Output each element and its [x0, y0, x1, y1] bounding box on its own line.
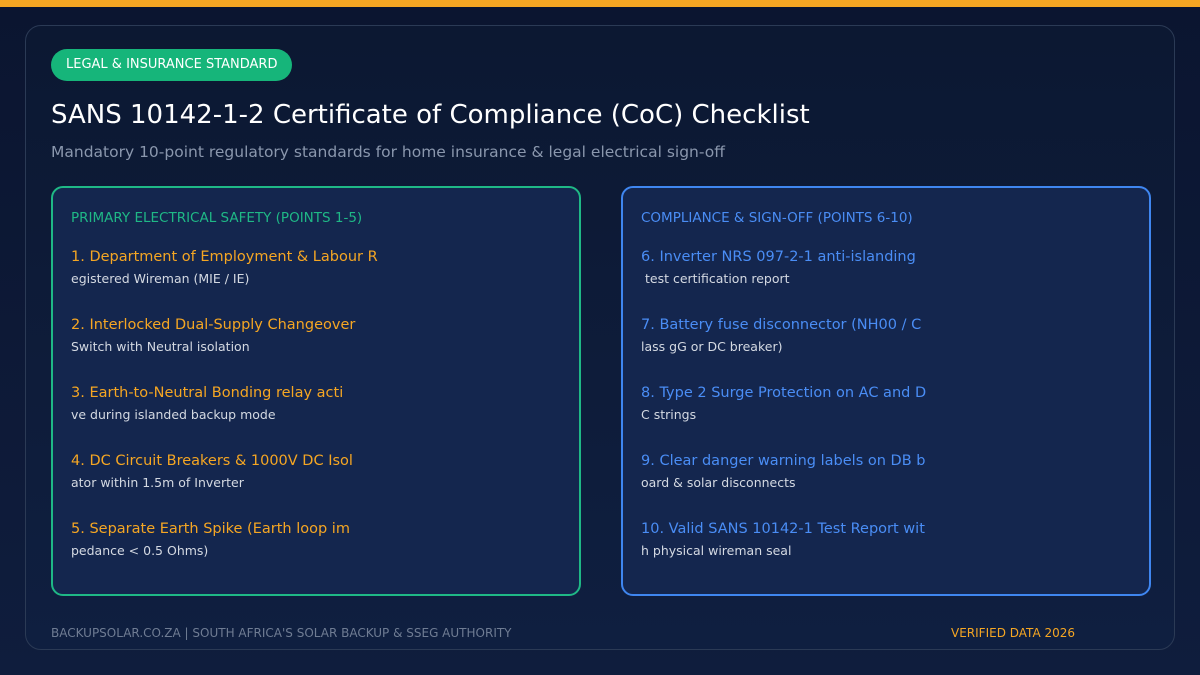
page-subtitle: Mandatory 10-point regulatory standards …	[51, 143, 725, 161]
checklist-item: 6. Inverter NRS 097-2-1 anti-islanding t…	[641, 248, 1131, 287]
item-description: pedance < 0.5 Ohms)	[71, 543, 209, 558]
top-accent-bar	[0, 0, 1200, 7]
item-title: 4. DC Circuit Breakers & 1000V DC Isol	[71, 453, 353, 469]
footer-verified: VERIFIED DATA 2026	[951, 626, 1076, 640]
compliance-signoff-panel: COMPLIANCE & SIGN-OFF (POINTS 6-10) 6. I…	[621, 186, 1151, 596]
item-description: ve during islanded backup mode	[71, 407, 276, 422]
item-title: 6. Inverter NRS 097-2-1 anti-islanding	[641, 249, 916, 265]
item-description: test certification report	[641, 271, 790, 286]
item-title: 3. Earth-to-Neutral Bonding relay acti	[71, 385, 344, 401]
checklist-card: LEGAL & INSURANCE STANDARD SANS 10142-1-…	[25, 25, 1175, 650]
footer-source: BACKUPSOLAR.CO.ZA | SOUTH AFRICA'S SOLAR…	[51, 626, 512, 640]
checklist-item: 9. Clear danger warning labels on DB b o…	[641, 452, 1131, 491]
panel-heading: PRIMARY ELECTRICAL SAFETY (POINTS 1-5)	[71, 210, 363, 226]
item-title: 2. Interlocked Dual-Supply Changeover	[71, 317, 356, 333]
category-badge: LEGAL & INSURANCE STANDARD	[51, 49, 293, 81]
item-title: 8. Type 2 Surge Protection on AC and D	[641, 385, 927, 401]
item-description: ator within 1.5m of Inverter	[71, 475, 244, 490]
checklist-item: 2. Interlocked Dual-Supply Changeover Sw…	[71, 316, 561, 355]
item-description: Switch with Neutral isolation	[71, 339, 250, 354]
item-title: 1. Department of Employment & Labour R	[71, 249, 378, 265]
checklist-item: 5. Separate Earth Spike (Earth loop im p…	[71, 520, 561, 559]
item-title: 10. Valid SANS 10142-1 Test Report wit	[641, 521, 925, 537]
checklist-item: 4. DC Circuit Breakers & 1000V DC Isol a…	[71, 452, 561, 491]
panel-heading: COMPLIANCE & SIGN-OFF (POINTS 6-10)	[641, 210, 913, 226]
checklist-item: 1. Department of Employment & Labour R e…	[71, 248, 561, 287]
item-title: 7. Battery fuse disconnector (NH00 / C	[641, 317, 922, 333]
primary-safety-panel: PRIMARY ELECTRICAL SAFETY (POINTS 1-5) 1…	[51, 186, 581, 596]
item-description: lass gG or DC breaker)	[641, 339, 783, 354]
page-title: SANS 10142-1-2 Certificate of Compliance…	[51, 100, 810, 130]
item-title: 9. Clear danger warning labels on DB b	[641, 453, 926, 469]
item-title: 5. Separate Earth Spike (Earth loop im	[71, 521, 350, 537]
checklist-item: 8. Type 2 Surge Protection on AC and D C…	[641, 384, 1131, 423]
item-description: egistered Wireman (MIE / IE)	[71, 271, 250, 286]
item-description: oard & solar disconnects	[641, 475, 796, 490]
checklist-item: 3. Earth-to-Neutral Bonding relay acti v…	[71, 384, 561, 423]
checklist-item: 7. Battery fuse disconnector (NH00 / C l…	[641, 316, 1131, 355]
checklist-item: 10. Valid SANS 10142-1 Test Report wit h…	[641, 520, 1131, 559]
item-description: C strings	[641, 407, 697, 422]
item-description: h physical wireman seal	[641, 543, 792, 558]
